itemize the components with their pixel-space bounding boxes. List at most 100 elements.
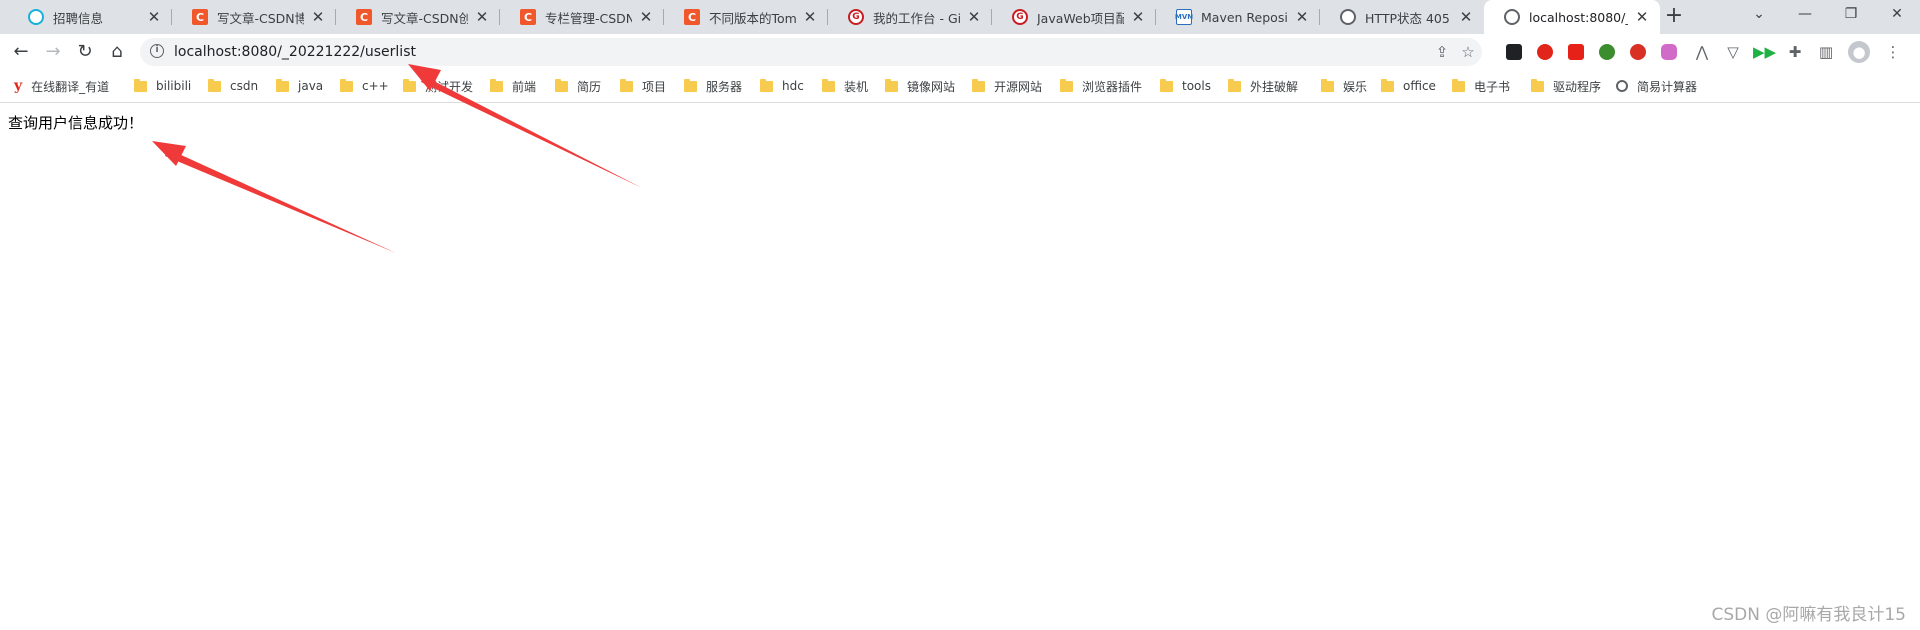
extension-icon[interactable] xyxy=(1568,44,1584,60)
tab-close-icon[interactable]: ✕ xyxy=(1130,8,1146,26)
tab-title: 我的工作台 - Gite xyxy=(873,10,960,26)
bookmark-label: 在线翻译_有道 xyxy=(31,79,110,94)
extension-icon[interactable] xyxy=(1661,44,1677,60)
bookmark-item[interactable]: tools xyxy=(1160,70,1211,102)
extension-icon[interactable]: ⋀ xyxy=(1691,41,1713,63)
bookmark-item[interactable]: 简历 xyxy=(555,70,601,102)
tab-5[interactable]: C 不同版本的Tomcat ✕ xyxy=(664,0,828,34)
folder-icon xyxy=(1160,78,1173,92)
puzzle-icon[interactable]: ✚ xyxy=(1784,41,1806,63)
bookmark-item[interactable]: office xyxy=(1381,70,1436,102)
side-panel-icon[interactable]: ▥ xyxy=(1815,41,1837,63)
extension-icon[interactable]: ▽ xyxy=(1722,41,1744,63)
csdn-icon: C xyxy=(356,9,372,25)
site-info-icon[interactable]: i xyxy=(150,44,164,58)
tab-title: HTTP状态 405 - 方 xyxy=(1365,10,1452,26)
bookmark-star-icon[interactable]: ☆ xyxy=(1458,42,1478,62)
folder-icon xyxy=(885,78,898,92)
profile-avatar-icon[interactable]: ● xyxy=(1848,41,1870,63)
bookmark-item[interactable]: 电子书 xyxy=(1452,70,1510,102)
bookmark-item[interactable]: 娱乐 xyxy=(1321,70,1367,102)
gitee-icon: G xyxy=(848,9,864,25)
bookmark-item[interactable]: 浏览器插件 xyxy=(1060,70,1142,102)
folder-icon xyxy=(1452,78,1465,92)
extension-icon[interactable] xyxy=(1506,44,1522,60)
tab-close-icon[interactable]: ✕ xyxy=(638,8,654,26)
bookmark-item[interactable]: hdc xyxy=(760,70,804,102)
bookmark-item[interactable]: csdn xyxy=(208,70,258,102)
bookmark-item[interactable]: 驱动程序 xyxy=(1531,70,1601,102)
folder-icon xyxy=(276,78,289,92)
tab-close-icon[interactable]: ✕ xyxy=(1634,8,1650,26)
tab-close-icon[interactable]: ✕ xyxy=(146,8,162,26)
tab-close-icon[interactable]: ✕ xyxy=(966,8,982,26)
bookmark-item[interactable]: 开源网站 xyxy=(972,70,1042,102)
back-arrow-icon[interactable]: ← xyxy=(9,40,33,64)
bookmark-item[interactable]: 简易计算器 xyxy=(1616,70,1697,102)
bookmark-label: 娱乐 xyxy=(1343,79,1368,94)
swirl-icon xyxy=(28,9,44,25)
address-bar[interactable]: i localhost:8080/_20221222/userlist ⇪ ☆ xyxy=(140,38,1482,66)
bookmark-label: 测试开发 xyxy=(425,79,474,94)
annotation-arrowhead-to-message xyxy=(152,141,186,166)
bookmark-label: bilibili xyxy=(156,79,192,93)
bookmark-label: tools xyxy=(1182,79,1211,93)
bookmark-item[interactable]: y 在线翻译_有道 xyxy=(14,70,109,102)
bookmark-label: c++ xyxy=(362,79,389,93)
bookmark-label: office xyxy=(1403,79,1436,93)
tab-close-icon[interactable]: ✕ xyxy=(802,8,818,26)
close-window-button[interactable]: ✕ xyxy=(1874,0,1920,30)
tab-6[interactable]: G 我的工作台 - Gite ✕ xyxy=(828,0,992,34)
tab-3[interactable]: C 写文章-CSDN创作 ✕ xyxy=(336,0,500,34)
tab-search-icon[interactable]: ⌄ xyxy=(1736,0,1782,30)
bookmark-item[interactable]: 外挂破解 xyxy=(1228,70,1298,102)
tab-close-icon[interactable]: ✕ xyxy=(1458,8,1474,26)
menu-kebab-icon[interactable]: ⋮ xyxy=(1882,41,1904,63)
bookmark-item[interactable]: 测试开发 xyxy=(403,70,473,102)
share-icon[interactable]: ⇪ xyxy=(1432,42,1452,62)
bookmark-item[interactable]: 服务器 xyxy=(684,70,742,102)
tab-2[interactable]: C 写文章-CSDN博客 ✕ xyxy=(172,0,336,34)
extension-icon[interactable] xyxy=(1599,44,1615,60)
extension-icon[interactable]: ▶▶ xyxy=(1753,41,1776,63)
bookmark-item[interactable]: 装机 xyxy=(822,70,868,102)
forward-arrow-icon[interactable]: → xyxy=(41,40,65,64)
bookmark-item[interactable]: 项目 xyxy=(620,70,666,102)
home-icon[interactable]: ⌂ xyxy=(105,40,129,64)
folder-icon xyxy=(822,78,835,92)
tab-8[interactable]: MVN Maven Repositor ✕ xyxy=(1156,0,1320,34)
bookmark-item[interactable]: c++ xyxy=(340,70,389,102)
folder-icon xyxy=(1228,78,1241,92)
bookmark-item[interactable]: java xyxy=(276,70,323,102)
annotation-arrow-to-message xyxy=(165,149,396,253)
tab-close-icon[interactable]: ✕ xyxy=(474,8,490,26)
bookmark-item[interactable]: 前端 xyxy=(490,70,536,102)
folder-icon xyxy=(555,78,568,92)
reload-icon[interactable]: ↻ xyxy=(73,40,97,64)
extension-icon[interactable] xyxy=(1537,44,1553,60)
browser-toolbar: ← → ↻ ⌂ i localhost:8080/_20221222/userl… xyxy=(0,34,1920,70)
tab-title: 不同版本的Tomcat xyxy=(709,10,796,26)
folder-icon xyxy=(134,78,147,92)
folder-icon xyxy=(684,78,697,92)
mvn-icon: MVN xyxy=(1175,9,1193,25)
tab-1[interactable]: 招聘信息 ✕ xyxy=(8,0,172,34)
new-tab-button[interactable]: + xyxy=(1662,5,1686,29)
folder-icon xyxy=(490,78,503,92)
bookmark-label: java xyxy=(298,79,324,93)
bookmark-item[interactable]: bilibili xyxy=(134,70,191,102)
csdn-icon: C xyxy=(520,9,536,25)
folder-icon xyxy=(208,78,221,92)
minimize-button[interactable]: — xyxy=(1782,0,1828,30)
tab-close-icon[interactable]: ✕ xyxy=(1294,8,1310,26)
restore-button[interactable]: ❐ xyxy=(1828,0,1874,30)
address-url[interactable]: localhost:8080/_20221222/userlist xyxy=(174,38,416,66)
tab-4[interactable]: C 专栏管理-CSDN创 ✕ xyxy=(500,0,664,34)
tab-7[interactable]: G JavaWeb项目配置 ✕ xyxy=(992,0,1156,34)
bookmark-item[interactable]: 镜像网站 xyxy=(885,70,955,102)
extension-icon[interactable] xyxy=(1630,44,1646,60)
tab-9[interactable]: HTTP状态 405 - 方 ✕ xyxy=(1320,0,1484,34)
tab-close-icon[interactable]: ✕ xyxy=(310,8,326,26)
tab-10[interactable]: localhost:8080/_2 ✕ xyxy=(1484,0,1660,34)
folder-icon xyxy=(620,78,633,92)
